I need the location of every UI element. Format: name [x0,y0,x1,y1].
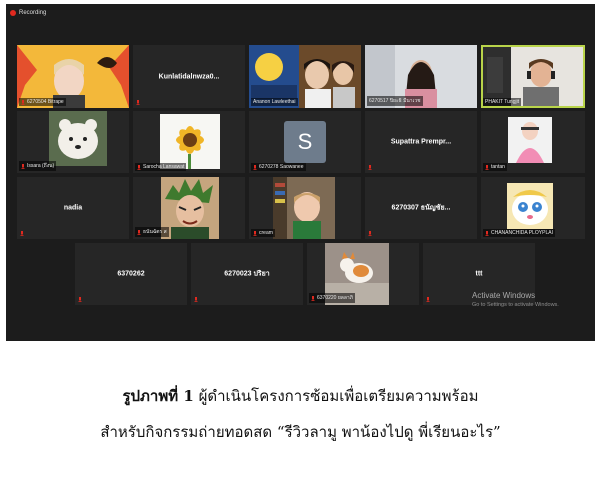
participant-name-label: PHAKIT Tungjit [483,98,522,106]
participant-tile[interactable]: cream [249,177,361,239]
participant-name: 6270023 ปริยา [224,270,270,278]
mic-muted-icon [485,164,489,170]
participant-video [161,177,219,239]
participant-video [508,117,552,163]
participant-name: Supattra Prempr... [390,138,452,146]
participant-tile[interactable]: Supattra Prempr... [365,111,477,173]
participant-tile[interactable]: Issara (ถึงน) [17,111,129,173]
figure-caption-line-1: รูปภาพที่ 1 ผู้ดำเนินโครงการซ้อมเพื่อเตร… [0,384,601,408]
participant-tile[interactable]: Sarocha Lansawat [133,111,245,173]
participant-tile[interactable]: Ananon Lawleethai [249,45,361,108]
mic-muted-icon [368,165,372,170]
participant-name-label: cream [251,229,275,237]
mic-muted-icon [426,297,430,302]
participant-name-label: Sarocha Lansawat [135,163,187,171]
participant-video [160,114,220,169]
recording-label: Recording [19,10,47,16]
participant-name: nadia [63,204,83,212]
mic-muted-icon [137,229,141,235]
participant-tile[interactable]: nadia [17,177,129,239]
mic-muted-icon [194,297,198,302]
participant-tile[interactable]: 6270307 ธนัญชัย... [365,177,477,239]
mic-muted-icon [368,231,372,236]
participant-name-label: Issara (ถึงน) [19,161,57,171]
participant-name-label: 6270504 Bitrape [19,98,66,106]
mic-muted-icon [311,295,315,301]
participant-name-label: 6370220 ยลลาภิ [309,293,356,303]
mic-muted-icon [253,230,257,236]
participant-name-label: CHANANCHIDA PLOYPLAI [483,229,555,237]
participant-avatar: S [284,121,326,163]
participant-name-label: 6270517 ปิยะธิ มีนาเวช [367,96,423,106]
mic-muted-icon [20,231,24,236]
activate-windows-watermark: Activate Windows [472,291,536,300]
figure-label: รูปภาพที่ 1 [122,387,194,405]
mic-muted-icon [485,230,489,236]
figure-caption-line-2: สำหรับกิจกรรมถ่ายทอดสด “รีวิวลามู พาน้อง… [100,423,501,441]
mic-muted-icon [253,164,257,170]
mic-muted-icon [137,164,141,170]
participant-video [273,177,335,239]
participant-tile-active-speaker[interactable]: PHAKIT Tungjit [481,45,585,108]
participant-name-label: ธนันฉัตร ส [135,227,169,237]
participant-name-label: tantan [483,163,507,171]
activate-windows-subtitle: Go to Settings to activate Windows. [472,302,559,308]
participant-video [49,111,107,166]
participant-name: 6270307 ธนัญชัย... [391,204,451,212]
mic-muted-icon [136,100,140,105]
participant-tile[interactable]: Kunlatidalnwza0... [133,45,245,108]
recording-indicator: Recording [10,10,46,16]
participant-tile[interactable]: 6270517 ปิยะธิ มีนาเวช [365,45,477,108]
participant-tile[interactable]: 6370262 [75,243,187,305]
participant-tile[interactable]: 6270023 ปริยา [191,243,303,305]
record-dot-icon [10,10,16,16]
participant-tile[interactable]: ธนันฉัตร ส [133,177,245,239]
mic-muted-icon [21,163,25,169]
participant-tile[interactable]: 6270504 Bitrape [17,45,129,108]
participant-tile[interactable]: 6370220 ยลลาภิ [307,243,419,305]
participant-tile[interactable]: CHANANCHIDA PLOYPLAI [481,177,585,239]
participant-name-label: Ananon Lawleethai [251,98,298,106]
participant-name: 6370262 [117,270,145,278]
participant-name-label: 6270278 Saowanee [251,163,306,171]
mic-muted-icon [78,297,82,302]
mic-muted-icon [21,99,25,105]
zoom-gallery-screenshot: Recording 6270504 Bitrape Kunlatidalnwza… [6,4,595,341]
participant-video [507,183,553,229]
figure-caption-text: ผู้ดำเนินโครงการซ้อมเพื่อเตรียมความพร้อม [198,387,479,405]
participant-tile[interactable]: tantan [481,111,585,173]
participant-tile[interactable]: S 6270278 Saowanee [249,111,361,173]
participant-name: ttt [475,270,483,278]
participant-name: Kunlatidalnwza0... [158,73,220,80]
